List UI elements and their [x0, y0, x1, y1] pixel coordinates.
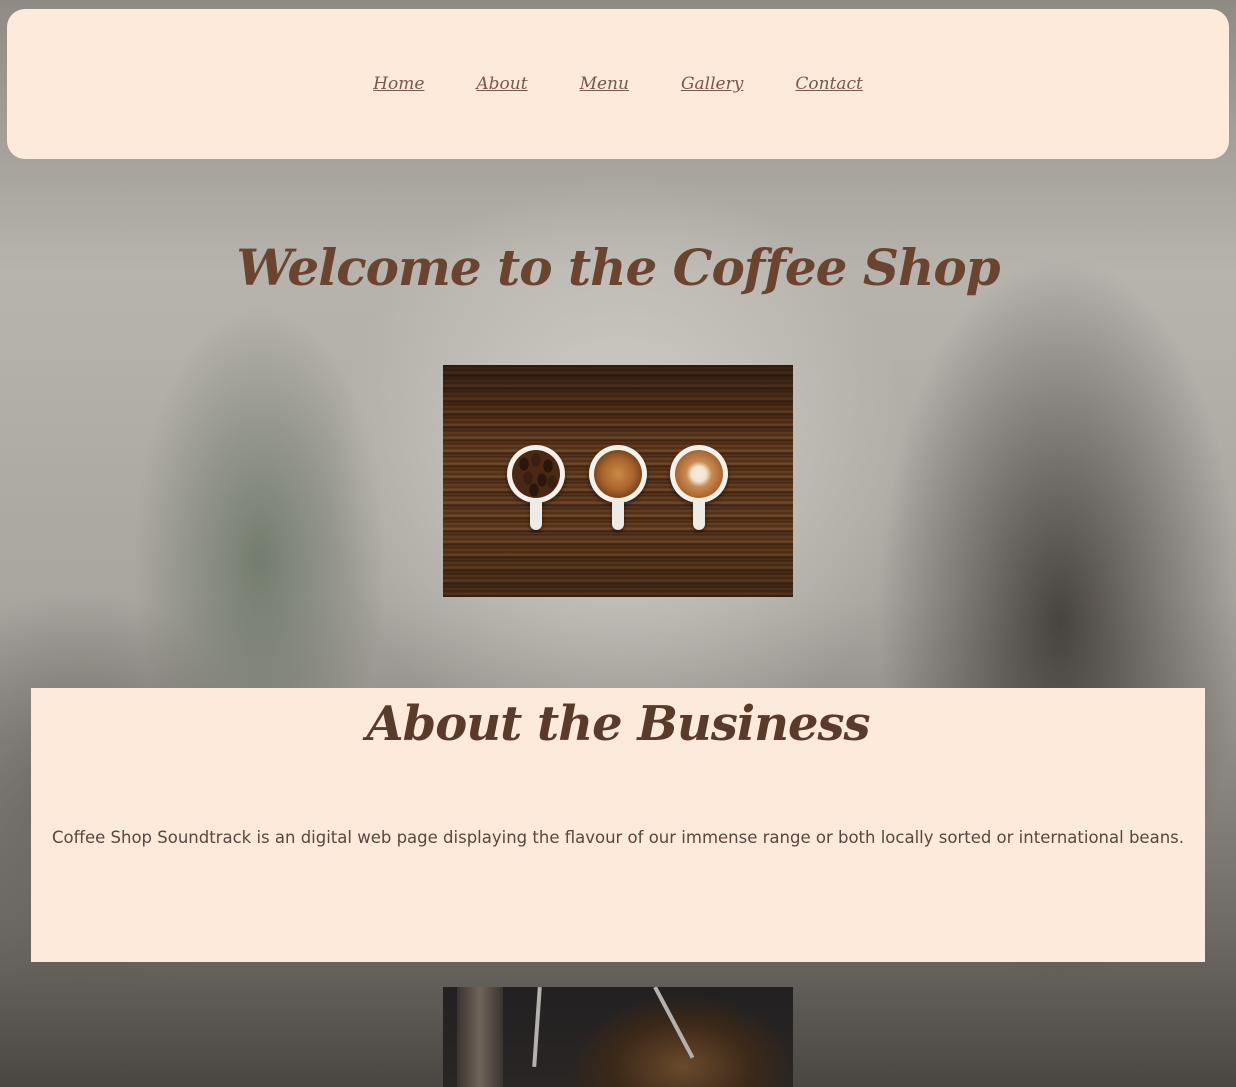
grinder-rod-right — [653, 987, 695, 1059]
grinder-spout — [457, 987, 503, 1087]
nav-link-gallery[interactable]: Gallery — [681, 74, 743, 94]
about-title: About the Business — [366, 696, 870, 752]
hero-image — [443, 365, 793, 597]
about-description: Coffee Shop Soundtrack is an digital web… — [51, 828, 1184, 847]
nav-link-home[interactable]: Home — [373, 74, 424, 94]
nav-link-contact[interactable]: Contact — [795, 74, 863, 94]
about-section: About the Business Coffee Shop Soundtrac… — [31, 688, 1205, 962]
coffee-grinder-image — [443, 987, 793, 1087]
hero-title: Welcome to the Coffee Shop — [236, 238, 1000, 297]
nav-link-about[interactable]: About — [476, 74, 527, 94]
navigation-bar: Home About Menu Gallery Contact — [7, 9, 1229, 159]
nav-link-menu[interactable]: Menu — [580, 74, 629, 94]
grinder-rod-left — [532, 987, 542, 1068]
